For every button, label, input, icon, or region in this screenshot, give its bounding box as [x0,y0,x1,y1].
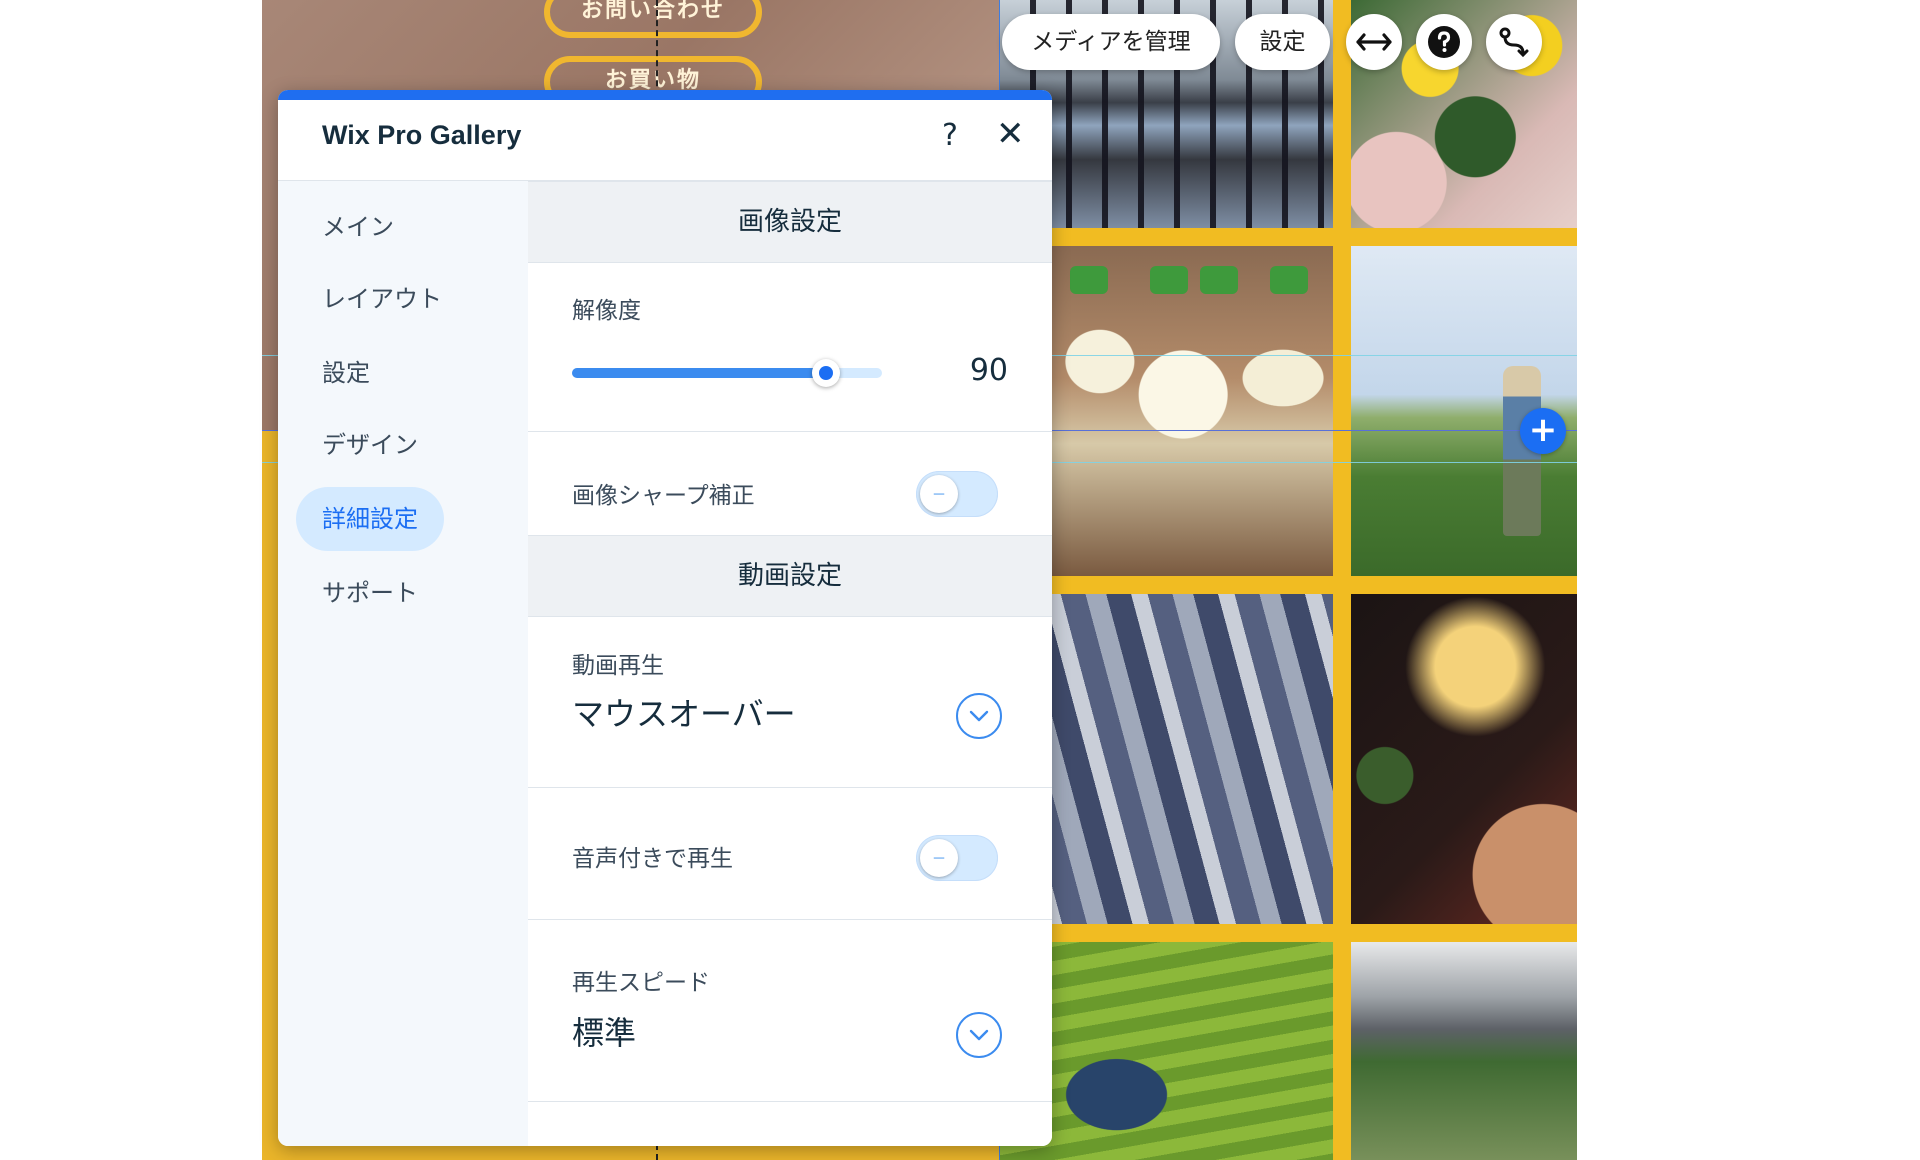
sidebar-item-settings[interactable]: 設定 [296,341,396,405]
playback-speed-dropdown[interactable] [956,1012,1002,1058]
sharpen-label: 画像シャープ補正 [572,483,755,509]
panel-close-icon[interactable]: ✕ [996,114,1025,154]
add-section-button[interactable]: + [1520,408,1566,454]
playback-speed-label: 再生スピード [572,970,710,996]
help-icon [1428,26,1460,58]
resolution-value[interactable]: 90 [928,353,1008,388]
bottle-cap [1150,266,1188,294]
panel-header[interactable]: Wix Pro Gallery ? ✕ [278,100,1052,181]
divider [528,431,1052,432]
resolution-label: 解像度 [572,298,641,324]
sidebar-item-main[interactable]: メイン [296,195,420,259]
video-playback-dropdown[interactable] [956,693,1002,739]
sidebar-item-design[interactable]: デザイン [296,413,444,477]
video-playback-value[interactable]: マウスオーバー [572,689,796,735]
resolution-slider-fill [572,368,827,378]
settings-button[interactable]: 設定 [1235,14,1330,70]
sidebar-item-support[interactable]: サポート [296,561,444,625]
panel-content: 画像設定 解像度 90 画像シャープ補正 – 動画設定 動画再生 マウスオーバー… [528,181,1052,1146]
play-with-sound-label: 音声付きで再生 [572,846,733,872]
chevron-down-icon [969,1029,989,1041]
sidebar-item-layout[interactable]: レイアウト [296,267,468,331]
gallery-image-soba-tempura[interactable] [1351,594,1577,924]
manage-media-button[interactable]: メディアを管理 [1002,14,1220,70]
playback-speed-value[interactable]: 標準 [572,1008,636,1054]
pro-gallery-settings-panel: Wix Pro Gallery ? ✕ メイン レイアウト 設定 デザイン 詳細… [278,90,1052,1146]
connect-button[interactable] [1486,14,1542,70]
gallery-image-farmhouse[interactable] [1351,942,1577,1160]
divider [528,787,1052,788]
resolution-slider-handle[interactable] [812,359,841,387]
pro-gallery[interactable] [1000,0,1577,1160]
help-button[interactable] [1416,14,1472,70]
toggle-off-icon: – [920,839,958,877]
menu-contact-button[interactable]: お問い合わせ [544,0,762,38]
stretch-button[interactable] [1346,14,1402,70]
sharpen-toggle[interactable]: – [916,471,998,517]
panel-accent-bar [278,90,1052,100]
connect-icon [1499,27,1529,58]
play-with-sound-toggle[interactable]: – [916,835,998,881]
image-settings-heading: 画像設定 [528,181,1052,263]
panel-sidebar: メイン レイアウト 設定 デザイン 詳細設定 サポート [278,181,528,1146]
panel-title: Wix Pro Gallery [322,120,522,150]
sidebar-item-advanced[interactable]: 詳細設定 [296,487,444,551]
video-playback-label: 動画再生 [572,653,664,679]
video-settings-heading: 動画設定 [528,535,1052,617]
bottle-cap [1070,266,1108,294]
toggle-off-icon: – [920,475,958,513]
plus-icon: + [1528,410,1558,450]
bottle-cap [1200,266,1238,294]
divider [528,919,1052,920]
chevron-down-icon [969,710,989,722]
panel-help-icon[interactable]: ? [942,118,958,153]
divider [528,1101,1052,1102]
resolution-slider[interactable] [572,359,882,387]
bottle-cap [1270,266,1308,294]
stretch-icon [1356,33,1392,51]
